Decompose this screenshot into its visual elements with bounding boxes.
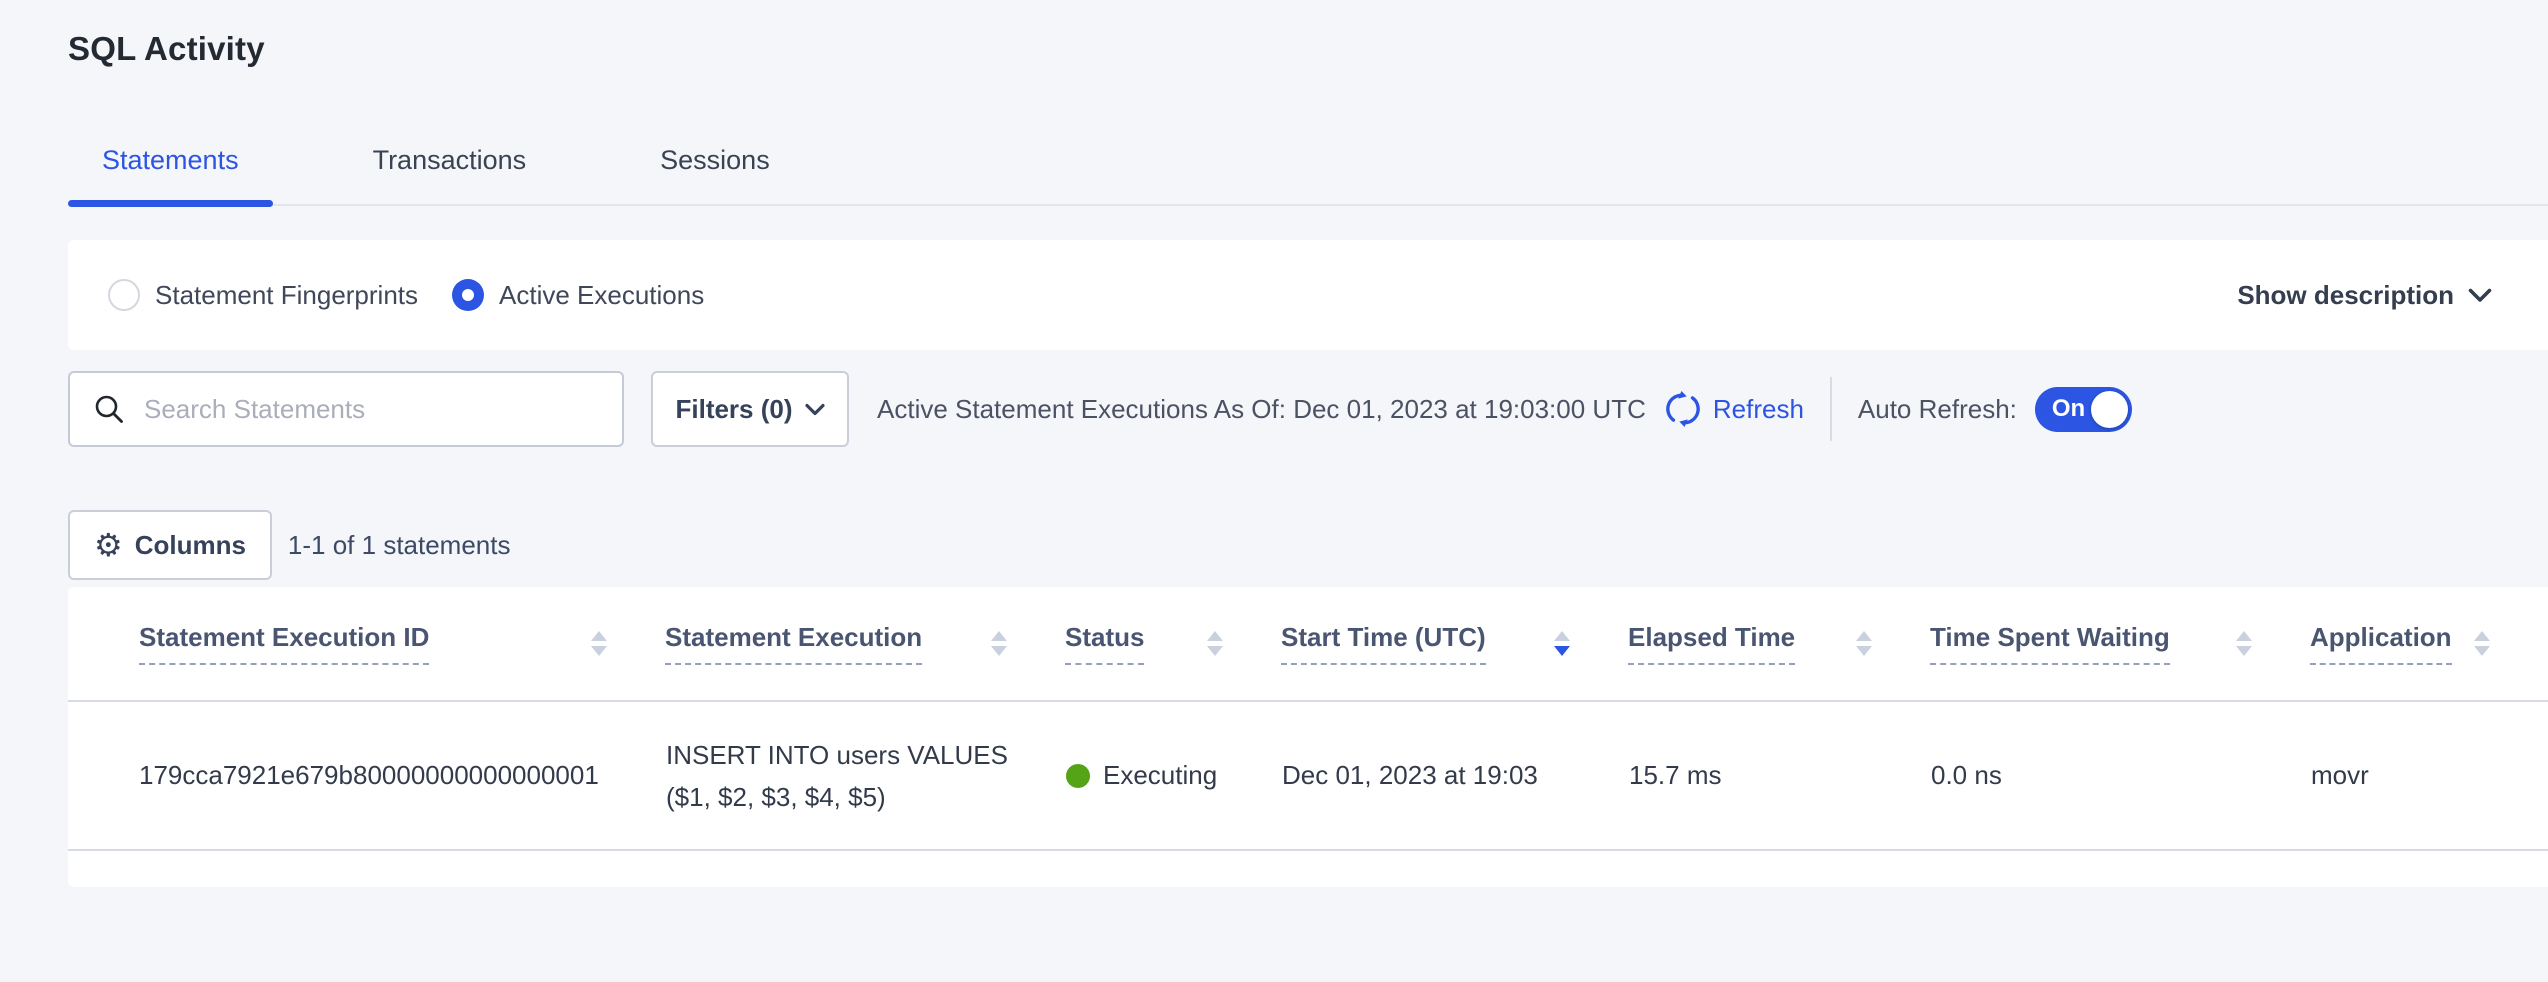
radio-circle-icon <box>452 279 484 311</box>
col-header-start-time[interactable]: Start Time (UTC) <box>1281 587 1628 701</box>
col-header-statement-execution-id[interactable]: Statement Execution ID <box>68 587 665 701</box>
auto-refresh-toggle[interactable]: On <box>2035 387 2132 432</box>
search-statements-box <box>68 371 624 447</box>
toggle-state-label: On <box>2052 395 2085 423</box>
sort-arrows-icon <box>991 631 1007 656</box>
sort-arrows-icon <box>2236 631 2252 656</box>
tab-bar: Statements Transactions Sessions <box>68 108 2548 206</box>
radio-active-executions[interactable]: Active Executions <box>452 279 704 311</box>
sort-arrows-icon <box>1554 631 1570 656</box>
columns-button[interactable]: ⚙ Columns <box>68 510 272 580</box>
auto-refresh-label: Auto Refresh: <box>1858 394 2017 425</box>
result-count: 1-1 of 1 statements <box>288 530 511 561</box>
tab-sessions[interactable]: Sessions <box>626 145 804 204</box>
sql-activity-page: SQL Activity Statements Transactions Ses… <box>68 0 2548 887</box>
col-header-status[interactable]: Status <box>1065 587 1281 701</box>
filters-button[interactable]: Filters (0) <box>651 371 849 447</box>
status-dot-icon <box>1066 764 1090 788</box>
sort-arrows-icon <box>2474 631 2490 656</box>
search-icon <box>94 394 124 424</box>
radio-label: Active Executions <box>499 280 704 311</box>
show-description-label: Show description <box>2237 280 2454 311</box>
tab-transactions[interactable]: Transactions <box>339 145 561 204</box>
sort-arrows-icon <box>1856 631 1872 656</box>
columns-label: Columns <box>135 530 246 561</box>
controls-row: Filters (0) Active Statement Executions … <box>68 371 2548 447</box>
show-description-button[interactable]: Show description <box>2237 280 2492 311</box>
refresh-icon <box>1664 390 1702 428</box>
cell-start-time: Dec 01, 2023 at 19:03 <box>1281 701 1628 850</box>
as-of-text: Active Statement Executions As Of: Dec 0… <box>877 394 1646 425</box>
chevron-down-icon <box>805 403 825 416</box>
statements-table: Statement Execution ID Statement Executi… <box>68 587 2548 851</box>
divider <box>1830 377 1832 441</box>
table-row[interactable]: 179cca7921e679b80000000000000001 INSERT … <box>68 701 2548 850</box>
table-toolbar: ⚙ Columns 1-1 of 1 statements <box>68 510 2548 580</box>
refresh-button[interactable]: Refresh <box>1664 390 1804 428</box>
cell-application: movr <box>2310 701 2548 850</box>
cell-statement: INSERT INTO users VALUES ($1, $2, $3, $4… <box>665 701 1065 850</box>
col-header-application[interactable]: Application <box>2310 587 2548 701</box>
table-header-row: Statement Execution ID Statement Executi… <box>68 587 2548 701</box>
cell-status: Executing <box>1065 701 1281 850</box>
tab-statements[interactable]: Statements <box>68 145 273 204</box>
sort-arrows-icon <box>591 631 607 656</box>
filters-label: Filters (0) <box>675 394 792 425</box>
cell-execution-id: 179cca7921e679b80000000000000001 <box>68 701 665 850</box>
view-mode-card: Statement Fingerprints Active Executions… <box>68 240 2548 350</box>
radio-statement-fingerprints[interactable]: Statement Fingerprints <box>108 279 418 311</box>
col-header-time-spent-waiting[interactable]: Time Spent Waiting <box>1930 587 2310 701</box>
sort-arrows-icon <box>1207 631 1223 656</box>
radio-circle-icon <box>108 279 140 311</box>
col-header-statement-execution[interactable]: Statement Execution <box>665 587 1065 701</box>
statements-table-card: Statement Execution ID Statement Executi… <box>68 587 2548 887</box>
refresh-label: Refresh <box>1713 394 1804 425</box>
cell-elapsed-time: 15.7 ms <box>1628 701 1930 850</box>
col-header-elapsed-time[interactable]: Elapsed Time <box>1628 587 1930 701</box>
radio-label: Statement Fingerprints <box>155 280 418 311</box>
cell-time-spent-waiting: 0.0 ns <box>1930 701 2310 850</box>
chevron-down-icon <box>2468 288 2492 303</box>
toggle-knob <box>2091 391 2128 428</box>
search-input[interactable] <box>142 393 586 426</box>
gear-icon: ⚙ <box>94 529 123 561</box>
page-title: SQL Activity <box>68 0 2548 68</box>
